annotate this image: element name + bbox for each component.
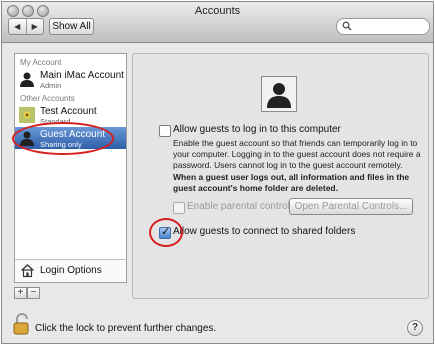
allow-guest-login-label: Allow guests to log in to this computer (173, 124, 341, 135)
lock-message: Click the lock to prevent further change… (35, 323, 217, 334)
user-silhouette-icon (20, 72, 34, 87)
title-bar: Accounts ◀ ▶ Show All (2, 2, 433, 43)
guest-settings-panel: Allow guests to log in to this computer … (132, 53, 429, 299)
parental-controls-label: Enable parental controls (187, 201, 295, 212)
forward-button[interactable]: ▶ (25, 19, 44, 34)
my-account-header: My Account (20, 58, 62, 67)
account-main-imac[interactable]: Main iMac Account Admin (15, 68, 126, 90)
shared-folders-label: Allow guests to connect to shared folder… (173, 226, 356, 237)
search-icon (342, 21, 352, 31)
parental-controls-checkbox[interactable] (173, 202, 185, 214)
window-title: Accounts (194, 5, 241, 17)
guest-login-description: Enable the guest account so that friends… (173, 138, 421, 170)
login-options-label: Login Options (40, 265, 102, 276)
user-silhouette-icon (267, 83, 291, 108)
login-options-item[interactable]: Login Options (15, 259, 126, 282)
flower-avatar-icon (19, 107, 35, 123)
annotation-circle-checkbox (149, 218, 183, 247)
other-accounts-header: Other Accounts (20, 94, 75, 103)
guest-picture[interactable] (261, 76, 297, 112)
accounts-window: Accounts ◀ ▶ Show All My Account Main iM… (1, 1, 434, 344)
account-name: Test Account (40, 106, 97, 117)
open-parental-controls-button[interactable]: Open Parental Controls... (289, 198, 413, 215)
add-account-button[interactable]: + (14, 287, 27, 299)
allow-guest-login-checkbox[interactable] (159, 125, 171, 137)
account-role: Admin (40, 81, 62, 90)
search-input[interactable] (336, 18, 430, 35)
show-all-button[interactable]: Show All (49, 18, 94, 35)
help-button[interactable]: ? (407, 320, 423, 336)
annotation-circle-guest (12, 122, 114, 155)
account-name: Main iMac Account (40, 70, 124, 81)
navigation-buttons: ◀ ▶ (8, 18, 44, 35)
lock-icon[interactable] (12, 312, 32, 336)
back-button[interactable]: ◀ (9, 19, 26, 34)
guest-logout-warning: When a guest user logs out, all informat… (173, 172, 410, 193)
accounts-sidebar: My Account Main iMac Account Admin Other… (14, 53, 127, 283)
house-icon (21, 264, 34, 278)
remove-account-button[interactable]: − (27, 287, 40, 299)
